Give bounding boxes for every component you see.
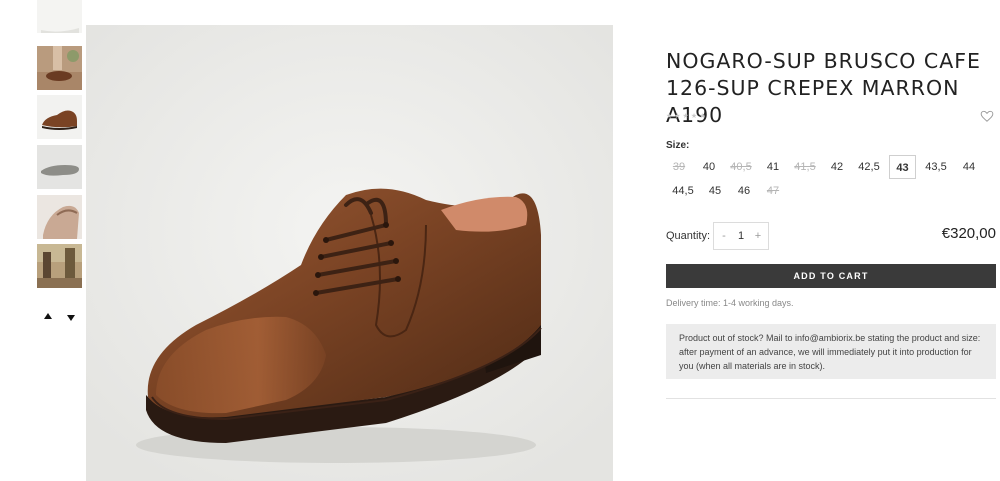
size-option-41[interactable]: 41 (761, 155, 785, 179)
size-option-46[interactable]: 46 (732, 179, 756, 203)
thumbnail-4-image (37, 195, 82, 239)
size-option-42[interactable]: 42 (825, 155, 849, 179)
size-option-43[interactable]: 43 (889, 155, 916, 179)
divider (666, 398, 996, 399)
add-to-cart-button[interactable]: ADD TO CART (666, 264, 996, 288)
size-option-43-5[interactable]: 43,5 (921, 155, 951, 179)
quantity-decrease-button[interactable]: - (716, 223, 732, 249)
arrow-down-icon[interactable] (67, 315, 75, 321)
product-price: €320,00 (941, 225, 996, 242)
size-option-47[interactable]: 47 (761, 179, 785, 203)
rating-stars[interactable]: ★★★★★ (666, 112, 707, 120)
thumbnail-3[interactable] (37, 145, 82, 189)
size-option-40[interactable]: 40 (697, 155, 721, 179)
thumbnail-1[interactable] (37, 46, 82, 90)
main-product-image[interactable] (86, 25, 613, 481)
thumbnail-0[interactable] (37, 0, 82, 33)
thumbnail-3-image (37, 145, 82, 189)
thumbnail-1-image (37, 46, 82, 90)
quantity-increase-button[interactable]: + (750, 223, 766, 249)
stock-notice: Product out of stock? Mail to info@ambio… (666, 324, 996, 379)
quantity-stepper: - + (713, 222, 769, 250)
size-option-44-5[interactable]: 44,5 (668, 179, 698, 203)
size-option-40-5[interactable]: 40,5 (726, 155, 756, 179)
quantity-input[interactable] (732, 223, 750, 249)
size-option-45[interactable]: 45 (703, 179, 727, 203)
size-option-44[interactable]: 44 (956, 155, 982, 179)
thumbnail-5[interactable] (37, 244, 82, 288)
size-label: Size: (666, 140, 690, 151)
thumbnail-4[interactable] (37, 195, 82, 239)
quantity-label: Quantity: (666, 230, 711, 242)
product-title: NOGARO-SUP BRUSCO CAFE 126-SUP CREPEX MA… (666, 49, 981, 127)
thumbnail-0-image (37, 0, 82, 33)
delivery-time: Delivery time: 1-4 working days. (666, 298, 794, 308)
thumbnail-arrows (40, 313, 80, 325)
size-option-42-5[interactable]: 42,5 (854, 155, 884, 179)
shoe-image (86, 25, 613, 481)
size-option-41-5[interactable]: 41,5 (790, 155, 820, 179)
heart-icon[interactable] (980, 109, 994, 123)
thumbnail-5-image (37, 244, 82, 288)
arrow-up-icon[interactable] (44, 313, 52, 319)
thumbnail-2[interactable] (37, 95, 82, 139)
size-option-39[interactable]: 39 (666, 155, 692, 179)
thumbnail-2-image (37, 95, 82, 139)
